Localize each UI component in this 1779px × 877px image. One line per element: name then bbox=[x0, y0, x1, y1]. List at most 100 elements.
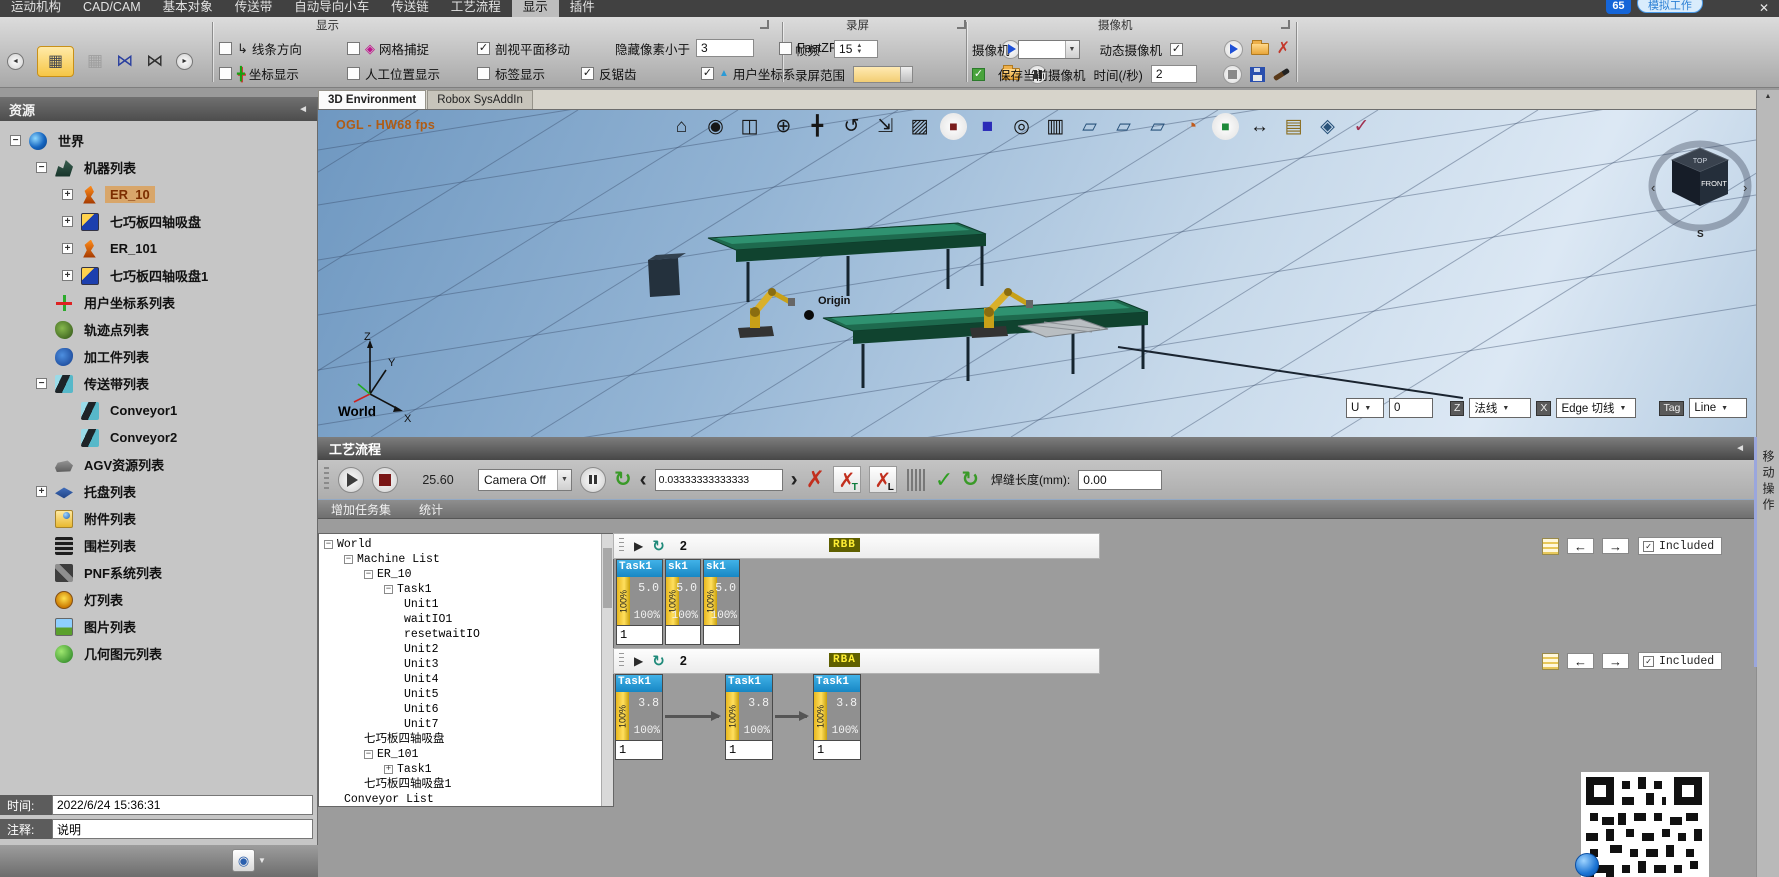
fit-view-icon[interactable]: ⇲ bbox=[872, 113, 899, 140]
resource-tree-item[interactable]: +ER_101 bbox=[0, 235, 317, 262]
menu-tab[interactable]: 自动导向小车 bbox=[283, 0, 380, 17]
checkbox[interactable]: ✓ bbox=[581, 67, 594, 80]
refresh-icon[interactable]: ↻ bbox=[961, 469, 979, 490]
run-icon[interactable]: ■ bbox=[1212, 113, 1239, 140]
tree-expander-icon[interactable]: − bbox=[10, 135, 21, 146]
resource-tree-item[interactable]: −传送带列表 bbox=[0, 370, 317, 397]
rotate-point-icon[interactable]: ◔ bbox=[1178, 113, 1205, 140]
resource-tree-item[interactable]: +ER_10 bbox=[0, 181, 317, 208]
rotate-view-icon[interactable]: ↺ bbox=[838, 113, 865, 140]
checkbox[interactable] bbox=[779, 42, 792, 55]
resource-tree-item[interactable]: 用户坐标系列表 bbox=[0, 289, 317, 316]
dialog-launcher-icon[interactable] bbox=[1281, 20, 1290, 29]
zoom-icon[interactable]: ⊕ bbox=[770, 113, 797, 140]
sidebar-collapse-icon[interactable]: ◄ bbox=[298, 104, 308, 115]
row-cycle-icon[interactable]: ↻ bbox=[652, 537, 665, 555]
zoom-window-icon[interactable]: ◫ bbox=[736, 113, 763, 140]
resource-tree-item[interactable]: +七巧板四轴吸盘1 bbox=[0, 262, 317, 289]
stop-button[interactable] bbox=[372, 467, 398, 493]
checkbox[interactable]: ✓ bbox=[1643, 541, 1654, 552]
checkbox[interactable]: ✓ bbox=[477, 42, 490, 55]
pause-button[interactable] bbox=[580, 467, 606, 493]
checkbox[interactable] bbox=[477, 67, 490, 80]
delete-task-button[interactable]: ✗T bbox=[833, 466, 861, 493]
resource-tree-item[interactable]: PNF系统列表 bbox=[0, 559, 317, 586]
viewport-tab[interactable]: 3D Environment bbox=[318, 90, 426, 109]
resource-tree-item[interactable]: 附件列表 bbox=[0, 505, 317, 532]
note-field[interactable] bbox=[52, 819, 313, 839]
resource-tree-item[interactable]: Conveyor1 bbox=[0, 397, 317, 424]
dialog-launcher-icon[interactable] bbox=[760, 20, 769, 29]
move-right-button[interactable]: → bbox=[1602, 538, 1629, 554]
resource-tree-item[interactable]: 图片列表 bbox=[0, 613, 317, 640]
section-hatch-icon[interactable]: ▨ bbox=[906, 113, 933, 140]
tree-expander-icon[interactable]: + bbox=[62, 189, 73, 200]
menu-tab[interactable]: 运动机构 bbox=[0, 0, 72, 17]
process-tab[interactable]: 增加任务集 bbox=[331, 501, 391, 518]
simulate-work-button[interactable]: 模拟工作 bbox=[1637, 0, 1703, 13]
task-card[interactable]: Task1100%3.8100%1 bbox=[813, 674, 861, 760]
panel-collapse-icon[interactable]: ◄ bbox=[1735, 443, 1745, 454]
pan-icon[interactable]: ╋ bbox=[804, 113, 831, 140]
close-icon[interactable]: ✕ bbox=[1759, 0, 1769, 16]
plane-xy-icon[interactable]: ▱ bbox=[1076, 113, 1103, 140]
measure-distance-icon[interactable]: ↔ bbox=[1246, 113, 1273, 140]
box-measure-icon[interactable]: ▤ bbox=[1280, 113, 1307, 140]
save-icon[interactable] bbox=[1250, 67, 1265, 82]
camera-stop-button[interactable] bbox=[1223, 65, 1242, 84]
bowtie-blue-icon[interactable]: ⋈ bbox=[116, 51, 133, 71]
toolbar-grip[interactable] bbox=[324, 467, 329, 492]
task-card[interactable]: sk1100%5.0100% bbox=[665, 559, 701, 645]
row-grip[interactable] bbox=[619, 538, 624, 554]
layout-grid-button[interactable]: ▦ bbox=[37, 46, 74, 77]
dynamic-camera-checkbox[interactable]: ✓ bbox=[1170, 43, 1183, 56]
sequence-cell[interactable] bbox=[666, 625, 700, 644]
camera-mode-select[interactable]: Camera Off▼ bbox=[478, 469, 572, 491]
process-tab[interactable]: 统计 bbox=[419, 501, 443, 518]
move-operation-tab[interactable]: 移动操作 bbox=[1760, 450, 1777, 514]
save-camera-checkbox[interactable]: ✓ bbox=[972, 68, 985, 81]
resource-tree-item[interactable]: −世界 bbox=[0, 127, 317, 154]
bowtie-dark-icon[interactable]: ⋈ bbox=[146, 51, 163, 71]
resource-tree-item[interactable]: 加工件列表 bbox=[0, 343, 317, 370]
tree-expander-icon[interactable]: − bbox=[36, 378, 47, 389]
menu-tab[interactable]: 传送带 bbox=[224, 0, 284, 17]
sequence-cell[interactable] bbox=[704, 625, 739, 644]
move-left-button[interactable]: ← bbox=[1567, 653, 1594, 669]
box-faces-icon[interactable]: ▥ bbox=[1042, 113, 1069, 140]
task-card[interactable]: Task1100%3.8100%1 bbox=[725, 674, 773, 760]
tree-expander-icon[interactable]: − bbox=[36, 162, 47, 173]
section-plane-icon[interactable]: ■ bbox=[974, 113, 1001, 140]
navigation-cube[interactable]: TOP FRONT ‹ › S bbox=[1651, 144, 1748, 240]
resource-tree-item[interactable]: Conveyor2 bbox=[0, 424, 317, 451]
curve-check-icon[interactable]: ✓ bbox=[1348, 113, 1375, 140]
normal-select[interactable]: 法线▼ bbox=[1469, 398, 1531, 418]
checkbox[interactable] bbox=[347, 67, 360, 80]
row-cycle-icon[interactable]: ↻ bbox=[652, 652, 665, 670]
camera-select[interactable]: ▼ bbox=[1018, 40, 1080, 59]
jog-axes-icon[interactable]: ◈ bbox=[1314, 113, 1341, 140]
confirm-icon[interactable]: ✓ bbox=[935, 469, 953, 491]
row-play-icon[interactable]: ▶ bbox=[634, 654, 643, 668]
row-grip[interactable] bbox=[619, 653, 624, 669]
tree-expander-icon[interactable]: + bbox=[62, 270, 73, 281]
cube-rotate-right-icon[interactable]: › bbox=[1743, 180, 1747, 195]
weld-length-input[interactable]: 0.00 bbox=[1078, 470, 1162, 490]
resource-tree-item[interactable]: +七巧板四轴吸盘 bbox=[0, 208, 317, 235]
camera-open-icon[interactable] bbox=[1251, 43, 1269, 55]
menu-tab[interactable]: 传送链 bbox=[380, 0, 440, 17]
collapse-up-icon[interactable]: ▲ bbox=[1757, 93, 1779, 100]
task-card[interactable]: Task1100%3.8100%1 bbox=[615, 674, 663, 760]
resource-tree-item[interactable]: AGV资源列表 bbox=[0, 451, 317, 478]
browser-swirl-icon[interactable] bbox=[1575, 853, 1599, 877]
layout-grid-icon[interactable]: ▦ bbox=[87, 51, 103, 71]
record-range-swatch[interactable] bbox=[853, 66, 913, 83]
checkbox[interactable] bbox=[219, 67, 232, 80]
camera-play-button[interactable] bbox=[1224, 40, 1243, 59]
u-value-input[interactable]: 0 bbox=[1389, 398, 1433, 418]
step-forward-icon[interactable]: › bbox=[791, 470, 798, 490]
cube-rotate-left-icon[interactable]: ‹ bbox=[1651, 180, 1655, 195]
move-left-button[interactable]: ← bbox=[1567, 538, 1594, 554]
plane-xz-icon[interactable]: ▱ bbox=[1144, 113, 1171, 140]
origin-point[interactable] bbox=[804, 310, 814, 320]
